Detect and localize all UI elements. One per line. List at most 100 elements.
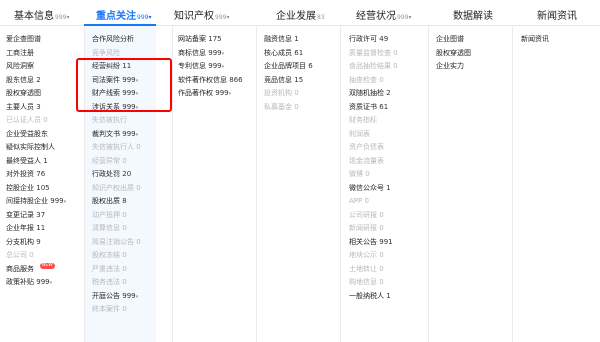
menu-item[interactable]: 专利信息 999▾ [178,60,243,74]
menu-item[interactable]: 司法案件 999▾ [92,74,141,88]
tab-label: 重点关注 [96,11,136,22]
menu-item[interactable]: 经营纠纷 11 [92,60,141,74]
menu-item[interactable]: 质量监督检查 0 [349,47,398,61]
menu-item-count: 0 [122,224,127,232]
menu-item[interactable]: 工商注册 [6,47,66,61]
menu-item-count: 999 [122,89,136,97]
menu-item[interactable]: 最终受益人 1 [6,155,66,169]
menu-item[interactable]: 裁判文书 999▾ [92,128,141,142]
menu-item[interactable]: 股东信息 2 [6,74,66,88]
menu-item[interactable]: 企业实力 [436,60,471,74]
menu-item[interactable]: 竞品信息 15 [264,74,313,88]
menu-item[interactable]: 资质证书 61 [349,101,398,115]
menu-item-count: 76 [36,170,46,178]
menu-item[interactable]: 新闻研报 0 [349,222,398,236]
menu-item[interactable]: 商标信息 999▾ [178,47,243,61]
menu-item[interactable]: 土地转让 0 [349,263,398,277]
menu-item[interactable]: 失信被执行人 0 [92,141,141,155]
menu-item[interactable]: 利润表 [349,128,398,142]
menu-item[interactable]: 疑似实际控制人 [6,141,66,155]
menu-item[interactable]: 企业品牌项目 6 [264,60,313,74]
menu-item[interactable]: 购地信息 0 [349,276,398,290]
menu-item[interactable]: 财务指标 [349,114,398,128]
menu-item[interactable]: 经营异常 0 [92,155,141,169]
menu-item[interactable]: 相关公告 991 [349,236,398,250]
menu-item[interactable]: 爱企查图谱 [6,33,66,47]
menu-item[interactable]: 公司研报 0 [349,209,398,223]
menu-item[interactable]: 税务违法 0 [92,276,141,290]
menu-item-label: 商品服务 [6,264,34,273]
menu-item[interactable]: APP 0 [349,195,398,209]
menu-item[interactable]: 一般纳税人 1 [349,290,398,304]
menu-item[interactable]: 知识产权出质 0 [92,182,141,196]
menu-item[interactable]: 清算信息 0 [92,222,141,236]
tab-label: 基本信息 [14,11,54,22]
tab-basic-info[interactable]: 基本信息999▾ [14,7,69,22]
tab-enterprise-development[interactable]: 企业发展83 [276,7,325,22]
menu-item[interactable]: 对外投资 76 [6,168,66,182]
tab-intellectual-property[interactable]: 知识产权999▾ [174,7,229,22]
menu-item[interactable]: 融资信息 1 [264,33,313,47]
menu-item[interactable]: 间接持股企业 999▾ [6,195,66,209]
menu-item[interactable]: 主要人员 3 [6,101,66,115]
menu-item[interactable]: 投资机构 0 [264,87,313,101]
menu-item[interactable]: 涉诉关系 999▾ [92,101,141,115]
menu-item[interactable]: 食品抽检结果 0 [349,60,398,74]
menu-item[interactable]: 微博 0 [349,168,398,182]
menu-item[interactable]: 终本案件 0 [92,303,141,317]
menu-item[interactable]: 开庭公告 999▾ [92,290,141,304]
menu-item[interactable]: 动产抵押 0 [92,209,141,223]
menu-item[interactable]: 企业受益股东 [6,128,66,142]
tab-label: 新闻资讯 [537,11,577,22]
tab-label: 知识产权 [174,11,214,22]
menu-item-label: 微信公众号 [349,183,384,192]
menu-item[interactable]: 行政许可 49 [349,33,398,47]
menu-item-label: 财务指标 [349,116,377,124]
menu-item[interactable]: 企业图谱 [436,33,471,47]
menu-item[interactable]: 总公司 0 [6,249,66,263]
menu-item[interactable]: 合作风险分析 [92,33,141,47]
menu-item[interactable]: 企业年报 11 [6,222,66,236]
menu-item[interactable]: 控股企业 105 [6,182,66,196]
menu-item[interactable]: 网站备案 175 [178,33,243,47]
menu-item[interactable]: 简易注销公告 0 [92,236,141,250]
menu-item[interactable]: 核心成员 61 [264,47,313,61]
menu-item[interactable]: 双随机抽检 2 [349,87,398,101]
menu-item[interactable]: 政策补贴 999▾ [6,276,66,290]
menu-item-count: 9 [36,237,41,246]
menu-item-label: 股权穿透图 [436,48,471,57]
menu-item[interactable]: 股权冻结 0 [92,249,141,263]
menu-item[interactable]: 私募基金 0 [264,101,313,115]
menu-item-label: 控股企业 [6,183,34,192]
menu-item[interactable]: 抽查检查 0 [349,74,398,88]
tab-data-interpretation[interactable]: 数据解读 [453,7,493,22]
menu-item[interactable]: 变更记录 37 [6,209,66,223]
menu-item[interactable]: 软件著作权信息 866 [178,74,243,88]
tab-news[interactable]: 新闻资讯 [537,7,577,22]
menu-item[interactable]: 失信被执行 [92,114,141,128]
menu-item[interactable]: 作品著作权 999▾ [178,87,243,101]
menu-item[interactable]: 新闻资讯 [521,33,549,47]
menu-item[interactable]: 严重违法 0 [92,263,141,277]
menu-item[interactable]: 股权穿透图 [6,87,66,101]
tab-key-focus[interactable]: 重点关注999▾ [96,7,151,22]
menu-item-count: 0 [136,237,141,246]
menu-item[interactable]: 股权穿透图 [436,47,471,61]
menu-item[interactable]: 风险洞察 [6,60,66,74]
menu-item[interactable]: 已认证人员 0 [6,114,66,128]
menu-item-label: 竞品信息 [264,75,292,84]
menu-item[interactable]: 微信公众号 1 [349,182,398,196]
menu-item[interactable]: 商品服务 NEW [6,262,66,277]
menu-item-count: 0 [364,197,369,205]
menu-item[interactable]: 行政处罚 20 [92,168,141,182]
menu-item[interactable]: 地块公示 0 [349,249,398,263]
tab-operating-status[interactable]: 经营状况999▾ [356,7,411,22]
menu-item-count: 999 [36,278,50,286]
menu-item[interactable]: 股权出质 8 [92,195,141,209]
menu-item[interactable]: 财产线索 999▾ [92,87,141,101]
menu-item[interactable]: 资产负债表 [349,141,398,155]
menu-item-count: 20 [122,170,132,178]
menu-item[interactable]: 竞争风险 [92,47,141,61]
menu-item[interactable]: 现金流量表 [349,155,398,169]
menu-item[interactable]: 分支机构 9 [6,236,66,250]
